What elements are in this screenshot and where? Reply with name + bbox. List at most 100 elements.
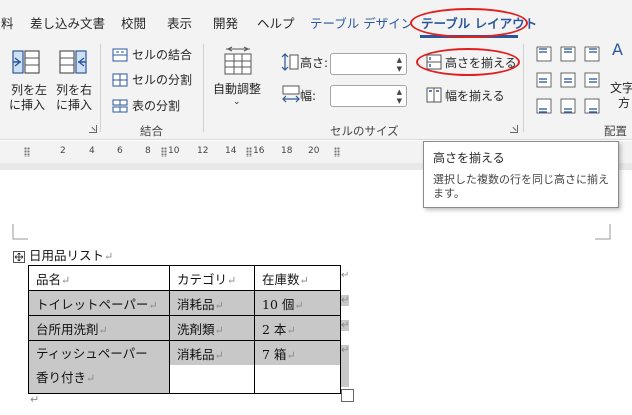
cell-text: 台所用洗剤 [36,322,99,337]
paragraph-mark: ↵ [98,324,108,337]
table-cell[interactable]: 消耗品↵ [169,340,255,394]
cell-text: トイレットペーパー [36,297,149,312]
tab-table-design[interactable]: テーブル デザイン [310,13,413,32]
paragraph-mark: ↵ [214,324,224,337]
table-cell[interactable]: トイレットペーパー↵ [28,290,170,316]
ruler-number: 20 [308,146,320,156]
table-cell[interactable]: 品名↵ [28,265,170,291]
tab-help[interactable]: ヘルプ [257,13,295,32]
table-row[interactable]: トイレットペーパー↵ 消耗品↵ 10 個↵ [28,290,341,316]
paragraph-mark: ↵ [214,299,224,312]
tooltip-description-2: ます。 [433,187,465,200]
cell-text-line2: 香り付き [36,370,87,385]
spin-up-icon[interactable]: ▲ [397,56,402,64]
ruler-indent-marker[interactable] [24,147,30,157]
distribute-columns-icon [426,87,442,103]
tab-review[interactable]: 校閲 [121,13,146,32]
document-title[interactable]: 日用品リスト↵ [29,245,113,264]
table-cell[interactable]: ティッシュペーパー 香り付き↵ [28,340,170,394]
paragraph-mark: ↵ [214,349,224,362]
align-icon[interactable] [560,72,576,88]
paragraph-mark: ↵ [286,349,296,362]
tab-view[interactable]: 表示 [167,13,192,32]
table-cell[interactable]: 消耗品↵ [169,290,255,316]
paragraph-mark: ↵ [286,324,296,337]
row-end-mark: ↵ [341,345,349,387]
merge-cells-label: セルの結合 [132,48,193,62]
text-direction-icon[interactable]: A [612,42,623,58]
header-item-name: 品名 [36,272,62,287]
align-icon[interactable] [536,98,552,114]
align-icon[interactable] [560,98,576,114]
width-label: 幅: [300,89,317,103]
table-cell[interactable]: 台所用洗剤↵ [28,315,170,341]
document-title-text: 日用品リスト [29,248,105,263]
table-row[interactable]: ティッシュペーパー 香り付き↵ 消耗品↵ 7 箱↵ [28,340,341,394]
align-icon[interactable] [584,72,600,88]
insert-left-label-2: に挿入 [9,98,46,112]
group-separator [523,44,524,132]
cell-text: 10 個 [262,297,295,312]
spin-up-icon[interactable]: ▲ [397,88,402,96]
ruler-column-marker[interactable] [161,147,167,157]
paragraph-mark: ↵ [299,274,309,287]
tab-developer[interactable]: 開発 [213,13,238,32]
table-row[interactable]: 台所用洗剤↵ 洗剤類↵ 2 本↵ [28,315,341,341]
header-stock: 在庫数 [262,272,300,287]
align-icon[interactable] [584,46,600,62]
cell-size-group-label: セルのサイズ [330,124,399,138]
distribute-rows-label: 高さを揃える [445,56,517,70]
height-spinner[interactable]: ▲ ▼ [330,53,407,75]
split-cells-label: セルの分割 [132,73,193,87]
table-move-handle-icon[interactable] [13,251,25,263]
align-icon[interactable] [584,98,600,114]
spin-down-icon[interactable]: ▼ [397,65,402,73]
cell-text: 消耗品 [177,347,215,362]
paragraph-mark: ↵ [227,274,237,287]
paragraph-mark: ↵ [61,274,71,287]
split-cells-icon [112,73,128,87]
autofit-chevron-down-icon: ⌄ [233,97,241,107]
align-icon[interactable] [560,46,576,62]
table-cell[interactable]: カテゴリ↵ [169,265,255,291]
table-cell[interactable]: 7 箱↵ [254,340,341,394]
text-direction-label-1: 文字 [610,81,632,95]
cell-text: 7 箱 [262,347,287,362]
row-end-mark: ↵ [341,295,350,306]
alignment-group-label: 配置 [604,124,627,138]
cell-size-dialog-launcher[interactable] [510,125,518,133]
tooltip-description-1: 選択した複数の行を同じ高さに揃え [433,173,609,186]
ruler-column-marker[interactable] [246,147,252,157]
split-table-label: 表の分割 [132,99,181,113]
merge-cells-icon [112,48,128,62]
text-direction-label-2: 方 [618,96,631,110]
table-cell[interactable]: 洗剤類↵ [169,315,255,341]
tab-mailings[interactable]: 差し込み文書 [30,13,105,32]
ruler-number: 14 [225,146,237,156]
split-table-icon [112,99,128,113]
insert-right-icon [59,50,87,74]
table-resize-handle-icon[interactable] [341,389,354,402]
autofit-icon [224,46,252,75]
insert-left-icon [12,50,40,74]
spin-down-icon[interactable]: ▼ [397,97,402,105]
paragraph-mark: ↵ [104,250,114,263]
ruler-number: 4 [89,146,95,156]
document-table[interactable]: 品名↵ カテゴリ↵ 在庫数↵ トイレットペーパー↵ 消耗品↵ 10 個↵ 台所用… [28,265,341,394]
table-cell[interactable]: 2 本↵ [254,315,341,341]
align-icon[interactable] [536,46,552,62]
ribbon-tab-bar: 料 差し込み文書 校閲 表示 開発 ヘルプ テーブル デザイン テーブル レイア… [0,0,632,40]
table-cell[interactable]: 在庫数↵ [254,265,341,291]
table-cell[interactable]: 10 個↵ [254,290,341,316]
group-separator [100,44,101,132]
align-icon[interactable] [536,72,552,88]
ruler-number: 6 [117,146,123,156]
page-corner-marker [12,224,28,240]
width-spinner[interactable]: ▲ ▼ [330,85,407,107]
tab-references[interactable]: 料 [1,13,14,32]
rows-cols-dialog-launcher[interactable] [89,125,97,133]
ruler-column-marker[interactable] [334,147,340,157]
table-header-row[interactable]: 品名↵ カテゴリ↵ 在庫数↵ [28,265,341,291]
ruler-number: 10 [168,146,180,156]
tab-table-layout[interactable]: テーブル レイアウト [421,13,537,32]
